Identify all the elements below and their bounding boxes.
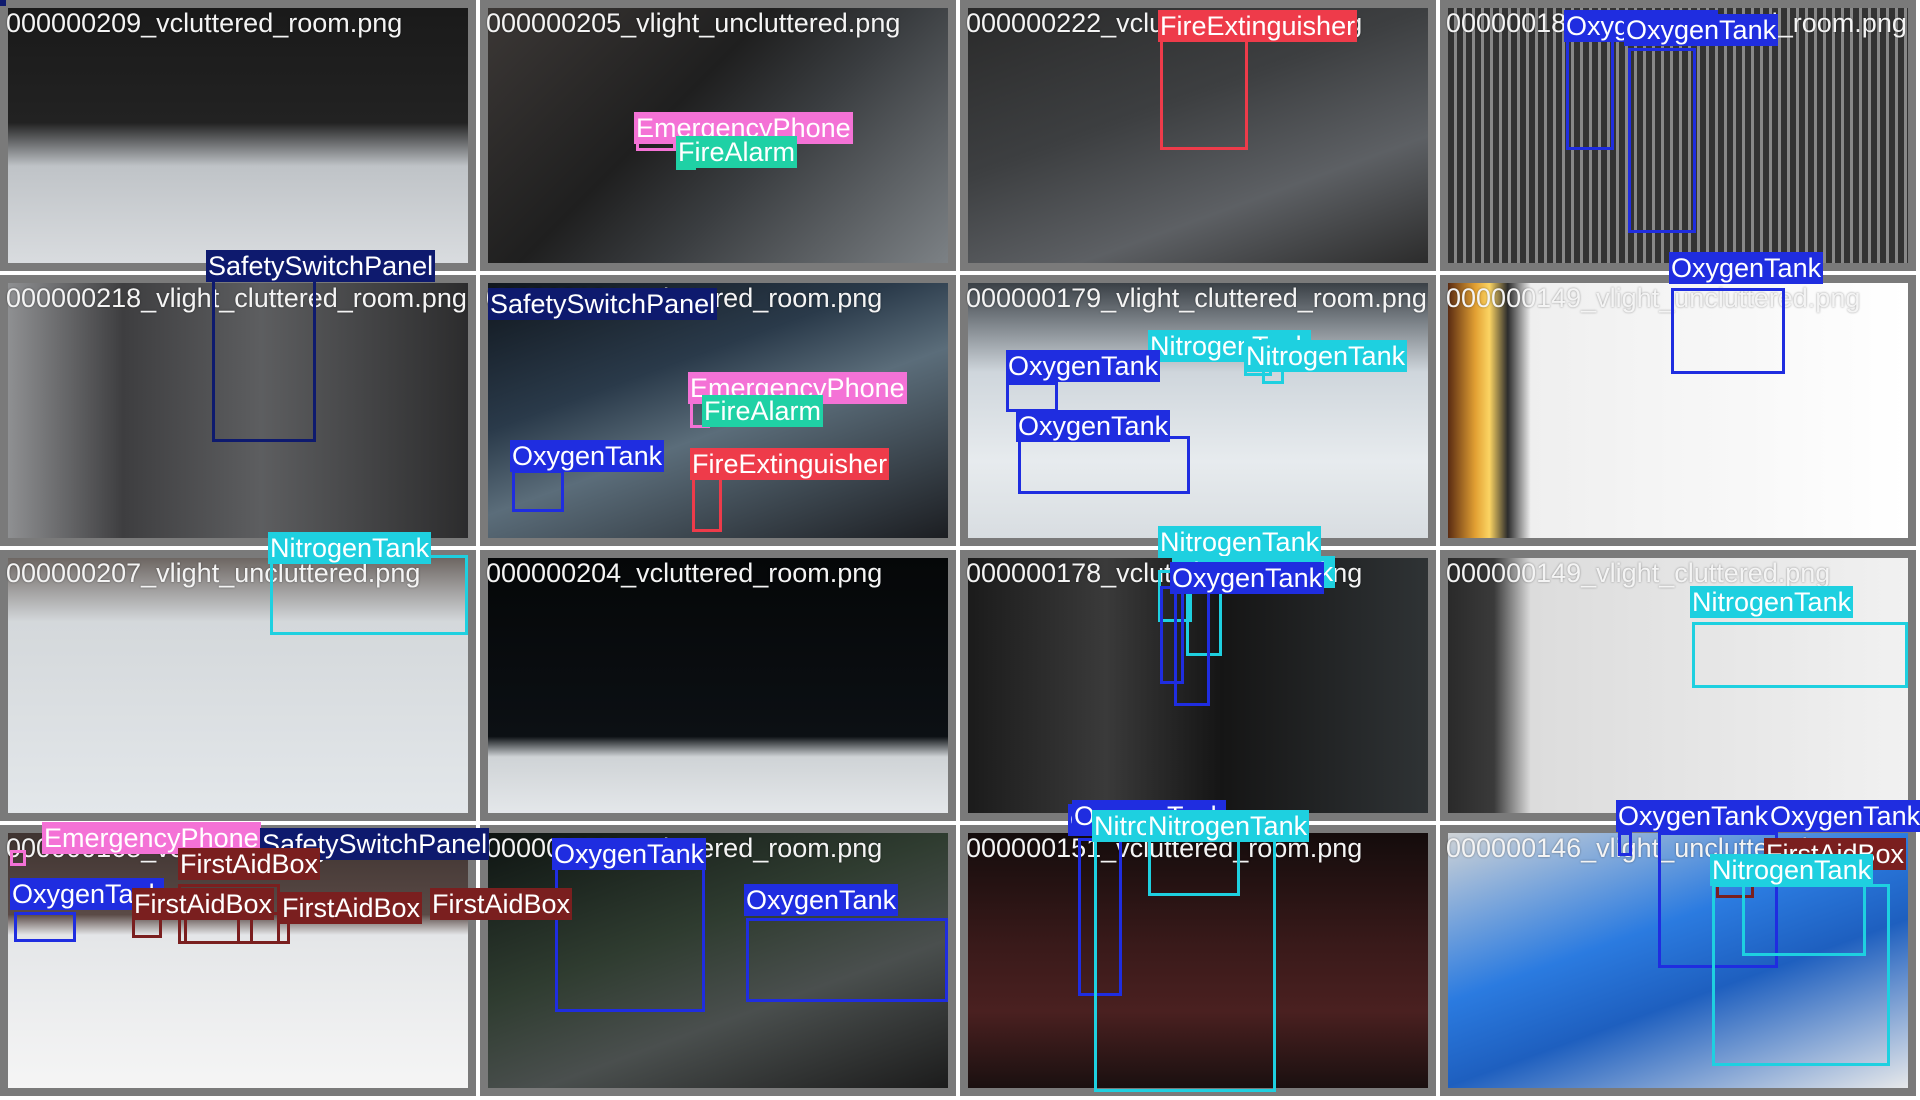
bbox-label: NitrogenTank (1710, 854, 1874, 886)
bounding-box (212, 264, 316, 442)
bbox-label: NitrogenTank (1244, 340, 1408, 372)
bbox-label: FirstAidBox (280, 892, 423, 924)
bbox-label: FirstAidBox (178, 848, 321, 880)
bounding-box (1160, 28, 1248, 150)
bbox-label: FirstAidBox (430, 888, 573, 920)
tile-filename: 000000179_vlight_cluttered_room.png (966, 283, 1427, 313)
bounding-box (1006, 382, 1058, 412)
detection-results-grid: 000000209_vcluttered_room.png 000000205_v… (0, 0, 1920, 1100)
tile-filename: 000000149_vlight_uncluttered.png (1446, 283, 1861, 313)
bbox-label: OxygenTank (1669, 252, 1824, 284)
bbox-label: FireExtinguisher (690, 448, 890, 480)
bbox-label: NitrogenTank (1158, 526, 1322, 558)
bbox-label: OxygenTank (1768, 800, 1920, 832)
tile-filename: 000000205_vlight_uncluttered.png (486, 8, 901, 38)
bbox-label: OxygenTank (510, 440, 665, 472)
bounding-box (270, 555, 468, 635)
scene-image (8, 8, 468, 263)
bbox-label: FireExtinguisher (1158, 10, 1358, 42)
scene-image (488, 558, 948, 813)
bbox-label: OxygenTank (1624, 14, 1779, 46)
bbox-label: OxygenTank (1616, 800, 1771, 832)
bounding-box (1671, 288, 1785, 374)
bbox-label: NitrogenTank (268, 532, 432, 564)
bbox-label: SafetySwitchPanel (488, 288, 718, 320)
bounding-box (1692, 622, 1908, 688)
image-tile[interactable]: 000000209_vcluttered_room.png (0, 0, 476, 271)
bounding-box (746, 918, 948, 1002)
bbox-label: OxygenTank (1170, 562, 1325, 594)
bounding-box (1566, 30, 1614, 150)
tile-filename: 000000149_vlight_cluttered.png (1446, 558, 1831, 588)
bounding-box (0, 0, 6, 6)
bbox-label: SafetySwitchPanel (206, 250, 436, 282)
bounding-box (1618, 832, 1632, 856)
tile-filename: 000000209_vcluttered_room.png (6, 8, 403, 38)
bounding-box (14, 912, 76, 942)
bounding-box (555, 860, 705, 1012)
bbox-label: FireAlarm (676, 136, 798, 168)
bbox-label: OxygenTank (552, 838, 707, 870)
bbox-label: NitrogenTank (1690, 586, 1854, 618)
bounding-box (1018, 436, 1190, 494)
bbox-label: OxygenTank (744, 884, 899, 916)
bbox-label: OxygenTank (1006, 350, 1161, 382)
bounding-box (1174, 586, 1210, 706)
bbox-label: FireAlarm (702, 395, 824, 427)
bounding-box (10, 850, 26, 866)
bbox-label: FirstAidBox (132, 888, 275, 920)
image-tile[interactable]: 000000204_vcluttered_room.png (480, 550, 956, 821)
bounding-box (1148, 838, 1240, 896)
bbox-label: OxygenTank (1016, 410, 1171, 442)
bounding-box (1712, 884, 1890, 1066)
bounding-box (1628, 48, 1696, 233)
bbox-label: NitrogenTank (1146, 810, 1310, 842)
tile-filename: 000000204_vcluttered_room.png (486, 558, 883, 588)
bounding-box (512, 470, 564, 512)
